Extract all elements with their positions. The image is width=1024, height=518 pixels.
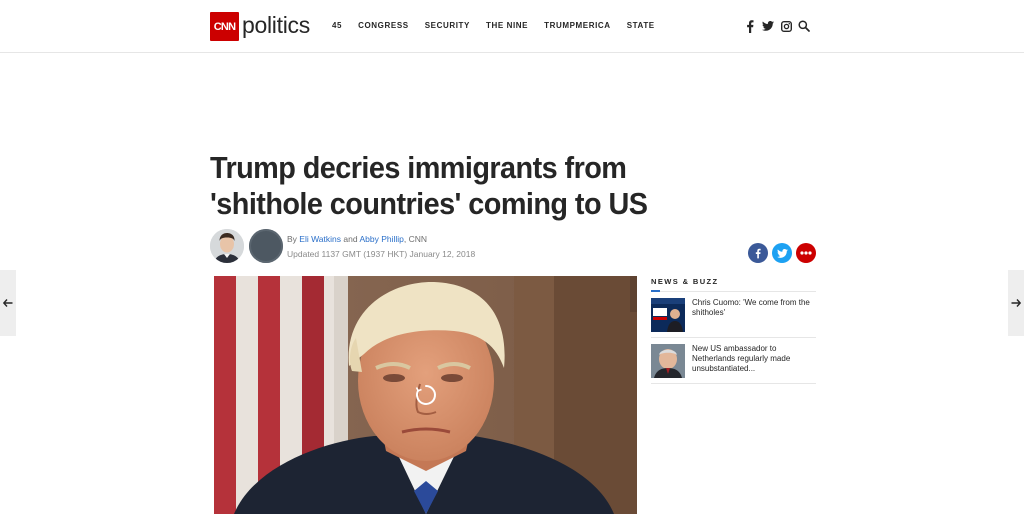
nav-item-the-nine[interactable]: THE NINE: [486, 21, 528, 31]
byline-and: and: [343, 234, 358, 244]
byline-suffix: , CNN: [403, 234, 428, 244]
site-header: CNN politics 45 CONGRESS SECURITY THE NI…: [0, 0, 1024, 53]
nav-item-state[interactable]: STATE: [627, 21, 655, 31]
cnn-logo[interactable]: CNN: [210, 12, 239, 41]
news-buzz-title: NEWS & BUZZ: [651, 277, 719, 286]
news-buzz-thumbnail: [651, 344, 685, 378]
news-buzz-item[interactable]: New US ambassador to Netherlands regular…: [651, 338, 816, 384]
next-article-arrow[interactable]: [1008, 270, 1024, 336]
author-avatar-abby-phillip[interactable]: [249, 229, 283, 263]
header-icons: [744, 19, 810, 33]
author-link-eli-watkins[interactable]: Eli Watkins: [299, 234, 341, 244]
more-dots-icon: [800, 251, 812, 255]
twitter-share-button[interactable]: [772, 243, 792, 263]
updated-timestamp: Updated 1137 GMT (1937 HKT) January 12, …: [287, 249, 476, 259]
news-buzz-headline[interactable]: Chris Cuomo: 'We come from the shitholes…: [692, 298, 816, 318]
section-title[interactable]: politics: [242, 11, 310, 39]
byline-prefix: By: [287, 234, 297, 244]
news-buzz-thumbnail: [651, 298, 685, 332]
facebook-icon[interactable]: [744, 19, 756, 33]
loading-spinner-icon: [415, 385, 436, 405]
author-link-abby-phillip[interactable]: Abby Phillip: [360, 234, 404, 244]
twitter-icon[interactable]: [762, 19, 774, 33]
article-headline: Trump decries immigrants from 'shithole …: [210, 150, 648, 221]
more-share-button[interactable]: [796, 243, 816, 263]
byline: By Eli Watkins and Abby Phillip, CNN: [287, 234, 427, 244]
main-nav: 45 CONGRESS SECURITY THE NINE TRUMPMERIC…: [332, 21, 671, 31]
author-avatar-eli-watkins[interactable]: [210, 229, 244, 263]
news-buzz-headline[interactable]: New US ambassador to Netherlands regular…: [692, 344, 816, 374]
nav-item-security[interactable]: SECURITY: [425, 21, 470, 31]
facebook-icon: [755, 248, 761, 258]
search-icon[interactable]: [798, 19, 810, 33]
arrow-left-icon: [3, 299, 13, 307]
arrow-right-icon: [1011, 299, 1021, 307]
facebook-share-button[interactable]: [748, 243, 768, 263]
news-buzz-item[interactable]: Chris Cuomo: 'We come from the shitholes…: [651, 292, 816, 338]
nav-item-congress[interactable]: CONGRESS: [358, 21, 409, 31]
previous-article-arrow[interactable]: [0, 270, 16, 336]
nav-item-trumpmerica[interactable]: TRUMPMERICA: [544, 21, 611, 31]
instagram-icon[interactable]: [780, 19, 792, 33]
twitter-icon: [776, 248, 788, 258]
nav-item-45[interactable]: 45: [332, 21, 342, 31]
